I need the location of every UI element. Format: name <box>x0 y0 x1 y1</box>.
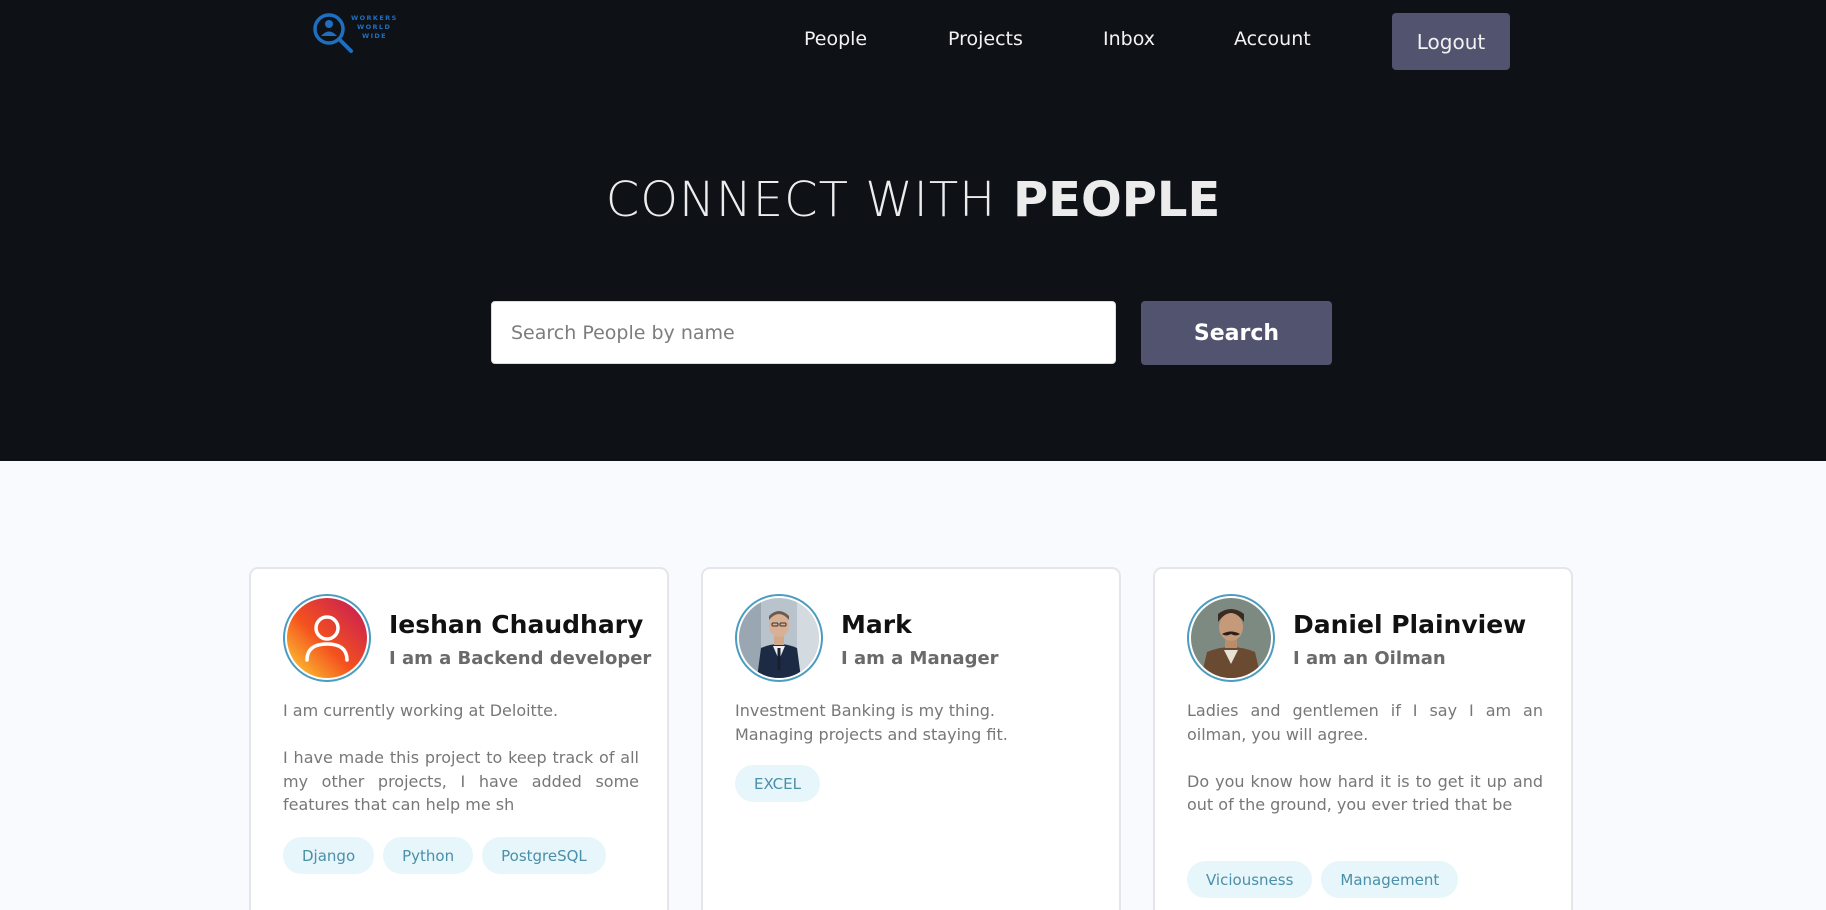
svg-text:WORLD: WORLD <box>357 23 391 31</box>
nav-people[interactable]: People <box>804 27 867 51</box>
profile-bio: Investment Banking is my thing. Managing… <box>735 699 1091 746</box>
profile-card[interactable]: Daniel Plainview I am an Oilman Ladies a… <box>1153 567 1573 910</box>
svg-text:WIDE: WIDE <box>362 32 387 40</box>
bio-paragraph: Investment Banking is my thing. Managing… <box>735 701 1008 744</box>
mustache-man-photo <box>1191 598 1271 678</box>
skill-tags: Viciousness Management <box>1187 861 1459 898</box>
profile-card[interactable]: Ieshan Chaudhary I am a Backend develope… <box>249 567 669 910</box>
magnifier-person-icon: WORKERS WORLD WIDE <box>313 13 398 53</box>
search-input[interactable] <box>491 301 1116 364</box>
bio-paragraph: Ladies and gentlemen if I say I am an oi… <box>1187 701 1543 744</box>
profile-bio: I am currently working at Deloitte. I ha… <box>283 699 639 817</box>
businessman-photo <box>739 598 819 678</box>
workers-world-wide-logo[interactable]: WORKERS WORLD WIDE <box>311 10 406 60</box>
profile-bio: Ladies and gentlemen if I say I am an oi… <box>1187 699 1543 817</box>
svg-text:WORKERS: WORKERS <box>351 14 398 22</box>
profile-role: I am an Oilman <box>1293 648 1446 669</box>
skill-tag: PostgreSQL <box>482 837 606 874</box>
avatar <box>283 594 371 682</box>
nav-account[interactable]: Account <box>1234 27 1311 51</box>
title-light-part: CONNECT WITH <box>605 172 997 228</box>
skill-tag: Management <box>1321 861 1459 898</box>
profile-name: Daniel Plainview <box>1293 610 1527 639</box>
page-title: CONNECT WITH PEOPLE <box>0 170 1826 230</box>
profile-card[interactable]: Mark I am a Manager Investment Banking i… <box>701 567 1121 910</box>
nav-inbox[interactable]: Inbox <box>1103 27 1155 51</box>
bio-paragraph: I have made this project to keep track o… <box>283 748 639 814</box>
skill-tags: EXCEL <box>735 765 820 802</box>
profile-role: I am a Manager <box>841 648 999 669</box>
title-bold-part: PEOPLE <box>1012 172 1221 228</box>
avatar <box>1187 594 1275 682</box>
skill-tag: EXCEL <box>735 765 820 802</box>
hero-section: WORKERS WORLD WIDE People Projects Inbox… <box>0 0 1826 461</box>
nav-projects[interactable]: Projects <box>948 27 1023 51</box>
bio-paragraph: I am currently working at Deloitte. <box>283 701 559 720</box>
logout-button[interactable]: Logout <box>1392 13 1510 70</box>
skill-tag: Viciousness <box>1187 861 1313 898</box>
profile-role: I am a Backend developer <box>389 648 652 669</box>
skill-tags: Django Python PostgreSQL <box>283 837 606 874</box>
skill-tag: Python <box>383 837 474 874</box>
skill-tag: Django <box>283 837 375 874</box>
profile-name: Ieshan Chaudhary <box>389 610 644 639</box>
avatar <box>735 594 823 682</box>
bio-paragraph: Do you know how hard it is to get it up … <box>1187 771 1543 815</box>
profile-name: Mark <box>841 610 912 639</box>
user-gradient-icon <box>287 598 367 678</box>
search-button[interactable]: Search <box>1141 301 1332 365</box>
